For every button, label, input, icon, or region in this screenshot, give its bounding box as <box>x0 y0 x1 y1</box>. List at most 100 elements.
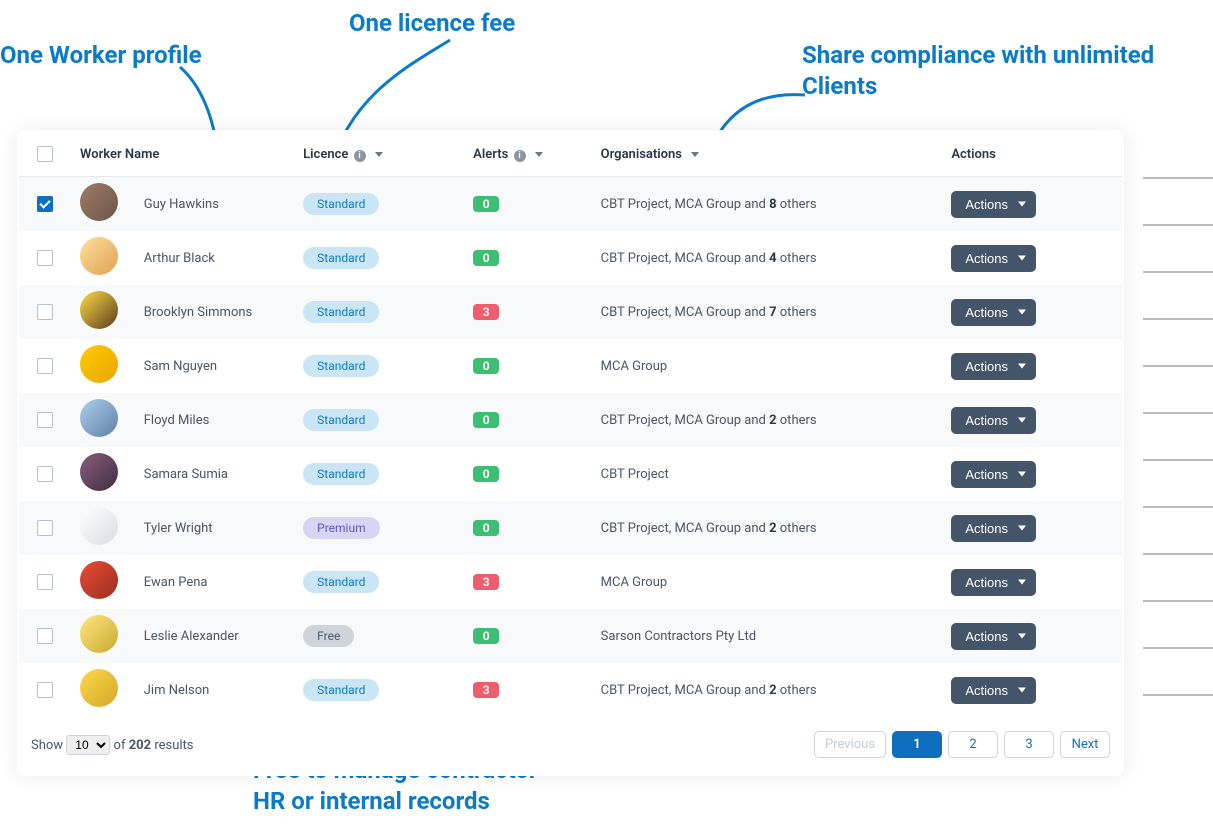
workers-table-card: Worker Name Licence i Alerts i Organisat… <box>17 130 1124 776</box>
licence-pill: Premium <box>303 517 379 539</box>
alerts-badge: 0 <box>473 520 499 536</box>
row-actions-button[interactable]: Actions <box>951 515 1036 542</box>
organisations-cell: CBT Project, MCA Group and 4 others <box>591 231 942 285</box>
avatar <box>80 561 118 599</box>
col-alerts[interactable]: Alerts i <box>463 132 591 177</box>
worker-name[interactable]: Guy Hawkins <box>134 177 293 232</box>
row-actions-button[interactable]: Actions <box>951 461 1036 488</box>
page-button-3[interactable]: 3 <box>1004 731 1054 758</box>
row-checkbox[interactable] <box>37 250 53 266</box>
table-row: Tyler Wright Premium 0 CBT Project, MCA Gro… <box>19 501 1122 555</box>
page-button-2[interactable]: 2 <box>948 731 998 758</box>
row-actions-button[interactable]: Actions <box>951 299 1036 326</box>
avatar <box>80 399 118 437</box>
chevron-down-icon <box>535 152 543 157</box>
table-row: Sam Nguyen Standard 0 MCA Group Actions <box>19 339 1122 393</box>
organisations-cell: CBT Project, MCA Group and 2 others <box>591 663 942 717</box>
worker-name[interactable]: Samara Sumia <box>134 447 293 501</box>
alerts-badge: 0 <box>473 628 499 644</box>
organisations-cell: MCA Group <box>591 555 942 609</box>
row-checkbox[interactable] <box>37 196 53 212</box>
table-row: Floyd MilesStandard0CBT Project, MCA Gro… <box>19 393 1122 447</box>
annotation-share: Share compliance with unlimited Clients <box>802 40 1172 102</box>
licence-pill: Free <box>303 625 354 647</box>
worker-name[interactable]: Floyd Miles <box>134 393 293 447</box>
table-row: Ewan Pena Standard 3 MCA Group Actions <box>19 555 1122 609</box>
organisations-cell: MCA Group <box>591 339 942 393</box>
next-button[interactable]: Next <box>1060 731 1110 758</box>
col-licence[interactable]: Licence i <box>293 132 463 177</box>
row-actions-button[interactable]: Actions <box>951 353 1036 380</box>
avatar <box>80 237 118 275</box>
alerts-badge: 0 <box>473 466 499 482</box>
row-actions-button[interactable]: Actions <box>951 569 1036 596</box>
organisations-cell: CBT Project <box>591 447 942 501</box>
worker-name[interactable]: Leslie Alexander <box>134 609 293 663</box>
row-checkbox[interactable] <box>37 358 53 374</box>
row-checkbox[interactable] <box>37 466 53 482</box>
alerts-badge: 0 <box>473 196 499 212</box>
alerts-badge: 3 <box>473 574 499 590</box>
row-checkbox[interactable] <box>37 520 53 536</box>
organisations-cell: CBT Project, MCA Group and 8 others <box>591 177 942 232</box>
table-row: Guy Hawkins Standard 0 CBT Project, MCA Gro… <box>19 177 1122 232</box>
worker-name[interactable]: Tyler Wright <box>134 501 293 555</box>
table-row: Leslie Alexander Free 0 Sarson Contractors … <box>19 609 1122 663</box>
avatar <box>80 345 118 383</box>
avatar <box>80 507 118 545</box>
col-actions: Actions <box>941 132 1122 177</box>
row-checkbox[interactable] <box>37 412 53 428</box>
licence-pill: Standard <box>303 409 379 431</box>
row-checkbox[interactable] <box>37 574 53 590</box>
organisations-cell: CBT Project, MCA Group and 7 others <box>591 285 942 339</box>
row-actions-button[interactable]: Actions <box>951 245 1036 272</box>
alerts-badge: 0 <box>473 250 499 266</box>
alerts-badge: 3 <box>473 304 499 320</box>
table-row: Brooklyn Simmons Standard 3 CBT Project, MC… <box>19 285 1122 339</box>
alerts-badge: 0 <box>473 358 499 374</box>
page-button-1[interactable]: 1 <box>892 731 942 758</box>
info-icon: i <box>354 150 366 162</box>
chevron-down-icon <box>691 152 699 157</box>
col-worker-name: Worker Name <box>70 132 293 177</box>
licence-pill: Standard <box>303 247 379 269</box>
table-footer: Show 10 of 202 results Previous 1 2 3 Ne… <box>19 717 1122 774</box>
row-checkbox[interactable] <box>37 304 53 320</box>
licence-pill: Standard <box>303 193 379 215</box>
row-checkbox[interactable] <box>37 628 53 644</box>
licence-pill: Standard <box>303 463 379 485</box>
worker-name[interactable]: Jim Nelson <box>134 663 293 717</box>
avatar <box>80 291 118 329</box>
results-summary: Show 10 of 202 results <box>31 735 194 755</box>
alerts-badge: 0 <box>473 412 499 428</box>
row-actions-button[interactable]: Actions <box>951 677 1036 704</box>
page-size-select[interactable]: 10 <box>66 735 110 755</box>
info-icon: i <box>514 150 526 162</box>
row-actions-button[interactable]: Actions <box>951 407 1036 434</box>
licence-pill: Standard <box>303 355 379 377</box>
row-checkbox[interactable] <box>37 682 53 698</box>
avatar <box>80 453 118 491</box>
worker-name[interactable]: Ewan Pena <box>134 555 293 609</box>
avatar <box>80 669 118 707</box>
organisations-cell: Sarson Contractors Pty Ltd <box>591 609 942 663</box>
chevron-down-icon <box>375 152 383 157</box>
row-actions-button[interactable]: Actions <box>951 623 1036 650</box>
prev-button[interactable]: Previous <box>814 731 886 758</box>
col-organisations[interactable]: Organisations <box>591 132 942 177</box>
licence-pill: Standard <box>303 571 379 593</box>
worker-name[interactable]: Sam Nguyen <box>134 339 293 393</box>
avatar <box>80 615 118 653</box>
worker-name[interactable]: Brooklyn Simmons <box>134 285 293 339</box>
alerts-badge: 3 <box>473 682 499 698</box>
select-all-checkbox[interactable] <box>37 146 53 162</box>
row-actions-button[interactable]: Actions <box>951 191 1036 218</box>
table-row: Arthur Black Standard 0 CBT Project, MCA Gr… <box>19 231 1122 285</box>
table-row: Samara Sumia Standard 0 CBT Project Actions <box>19 447 1122 501</box>
licence-pill: Standard <box>303 301 379 323</box>
worker-name[interactable]: Arthur Black <box>134 231 293 285</box>
avatar <box>80 183 118 221</box>
organisations-cell: CBT Project, MCA Group and 2 others <box>591 501 942 555</box>
table-row: Jim NelsonStandard3CBT Project, MCA Grou… <box>19 663 1122 717</box>
side-ticks <box>1143 177 1213 696</box>
